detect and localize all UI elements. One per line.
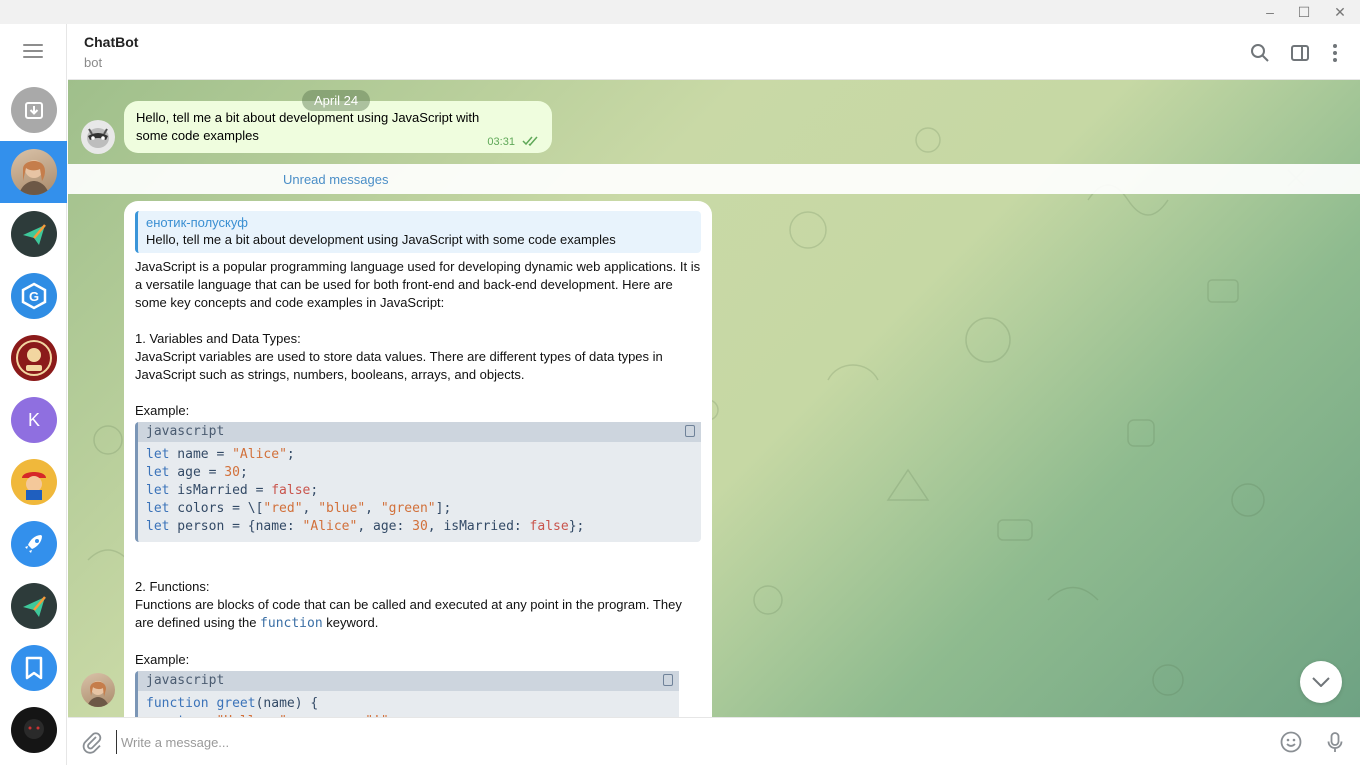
window-titlebar: – ☐ ✕ <box>0 0 1360 24</box>
rocket-icon <box>11 521 57 567</box>
sidebar-item-badge[interactable] <box>0 327 67 389</box>
maximize-button[interactable]: ☐ <box>1296 4 1312 20</box>
inline-code: function <box>260 616 323 631</box>
sidebar-item-mario[interactable] <box>0 451 67 513</box>
section-title: 1. Variables and Data Types: <box>135 331 301 346</box>
scroll-to-bottom-button[interactable] <box>1300 661 1342 703</box>
dark-avatar-icon <box>11 707 57 753</box>
paper-plane-logo-icon <box>11 583 57 629</box>
sidebar-item-green-plane[interactable] <box>0 203 67 265</box>
mario-avatar-icon <box>11 459 57 505</box>
close-window-button[interactable]: ✕ <box>1332 4 1348 20</box>
message-composer <box>68 717 1360 765</box>
copy-icon[interactable] <box>685 425 695 437</box>
sidebar-item-chatbot[interactable] <box>0 141 67 203</box>
message-list[interactable]: Hello, tell me a bit about development u… <box>68 80 1360 717</box>
double-check-icon <box>522 136 538 147</box>
sidebar-item-k[interactable]: K <box>0 389 67 451</box>
code-content: function greet(name) { return "Hello, " … <box>146 696 397 717</box>
sidebar-item-g[interactable]: G <box>0 265 67 327</box>
attach-icon[interactable] <box>80 730 104 754</box>
sidebar-toggle-icon[interactable] <box>1289 42 1311 64</box>
message-input[interactable] <box>116 730 1216 754</box>
bookmark-icon <box>11 645 57 691</box>
microphone-icon[interactable] <box>1323 730 1347 754</box>
reply-quote[interactable]: енотик-полускуф Hello, tell me a bit abo… <box>135 211 701 253</box>
avatar <box>11 149 57 195</box>
sidebar-item-saved-messages[interactable] <box>0 637 67 699</box>
code-header: javascript <box>138 671 679 691</box>
unread-label: Unread messages <box>283 172 389 187</box>
chat-status: bot <box>84 55 103 70</box>
reply-author: енотик-полускуф <box>146 215 248 230</box>
message-paragraph: Functions are blocks of code that can be… <box>135 597 686 631</box>
message-paragraph: JavaScript is a popular programming lang… <box>135 259 704 310</box>
code-language: javascript <box>146 424 225 439</box>
avatar: K <box>11 397 57 443</box>
sidebar-item-dark[interactable] <box>0 699 67 761</box>
avatar-letter: K <box>27 409 40 430</box>
message-time: 03:31 <box>487 136 515 148</box>
sidebar-item-archive[interactable] <box>0 79 67 141</box>
chevron-down-icon <box>1312 677 1330 687</box>
example-label: Example: <box>135 403 190 418</box>
incoming-message[interactable]: енотик-полускуф Hello, tell me a bit abo… <box>124 201 712 717</box>
archive-icon <box>11 87 57 133</box>
chat-title[interactable]: ChatBot <box>84 34 138 50</box>
minimize-button[interactable]: – <box>1262 4 1278 20</box>
search-icon[interactable] <box>1249 42 1271 64</box>
code-content: let name = "Alice"; let age = 30; let is… <box>146 447 585 534</box>
svg-text:G: G <box>29 289 39 304</box>
g-logo-icon: G <box>11 273 57 319</box>
code-block: javascript let name = "Alice"; let age =… <box>135 422 701 542</box>
paper-plane-logo-icon <box>11 211 57 257</box>
more-options-icon[interactable] <box>1324 42 1346 64</box>
hamburger-menu-icon[interactable] <box>23 44 43 60</box>
avatar[interactable] <box>81 673 115 707</box>
avatar[interactable] <box>81 120 115 154</box>
message-paragraph: JavaScript variables are used to store d… <box>135 349 667 382</box>
badge-logo-icon <box>11 335 57 381</box>
message-meta: 03:31 <box>487 136 540 148</box>
chat-header: ChatBot bot <box>68 24 1360 80</box>
code-language: javascript <box>146 673 225 688</box>
date-separator: April 24 <box>302 90 371 111</box>
code-header: javascript <box>138 422 701 442</box>
sidebar-item-rocket[interactable] <box>0 513 67 575</box>
example-label: Example: <box>135 652 190 667</box>
reply-text: Hello, tell me a bit about development u… <box>146 232 616 247</box>
unread-divider: Unread messages <box>68 164 1360 194</box>
emoji-icon[interactable] <box>1279 730 1303 754</box>
section-title: 2. Functions: <box>135 579 210 594</box>
code-block: javascript function greet(name) { return… <box>135 671 679 717</box>
sidebar-item-green-plane-2[interactable] <box>0 575 67 637</box>
copy-icon[interactable] <box>663 674 673 686</box>
message-text: Hello, tell me a bit about development u… <box>136 110 480 143</box>
chat-list-sidebar: G K <box>0 24 67 765</box>
